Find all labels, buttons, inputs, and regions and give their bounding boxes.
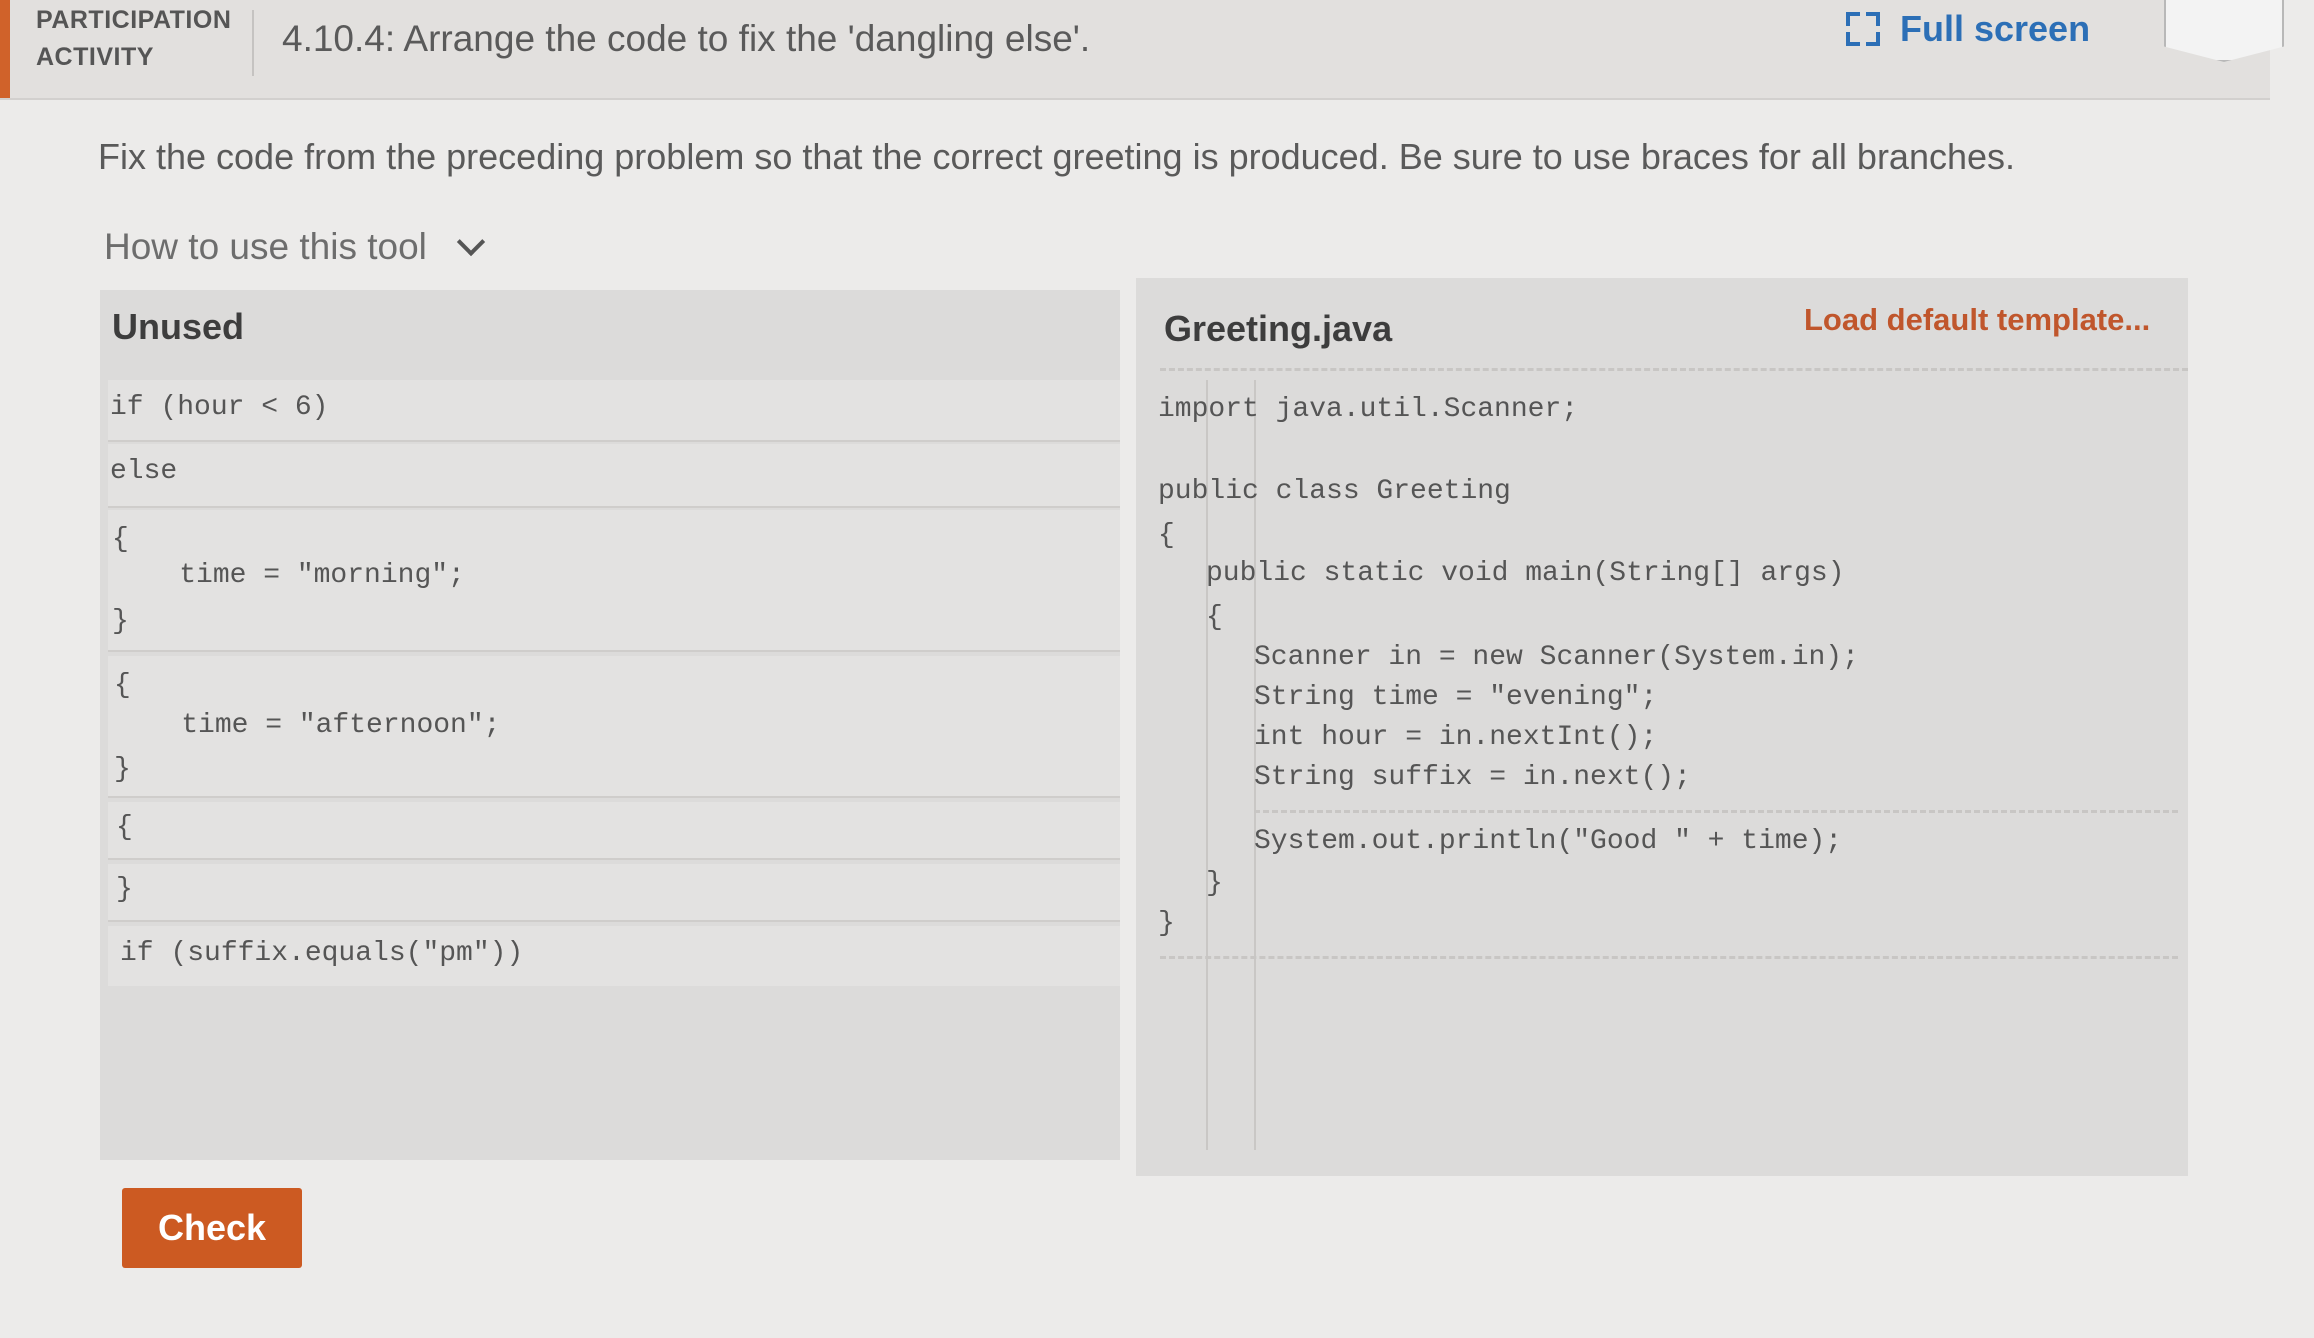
participation-label: PARTICIPATION ACTIVITY (36, 6, 232, 71)
editor-line: } (1206, 868, 1223, 899)
drop-zone-line (1160, 956, 2178, 959)
fullscreen-button[interactable]: Full screen (1846, 4, 2090, 54)
code-block-line: { (112, 524, 129, 555)
code-block-morning[interactable]: { time = "morning"; } (108, 510, 1120, 652)
editor-line: public static void main(String[] args) (1206, 558, 1845, 589)
editor-panel-title: Greeting.java (1164, 308, 1393, 349)
accent-bar (0, 0, 10, 98)
code-block-line: time = "afternoon"; (114, 710, 501, 741)
code-block-line: { (116, 812, 133, 843)
fullscreen-icon (1846, 12, 1880, 46)
editor-line: { (1206, 602, 1223, 633)
header-divider (252, 10, 254, 76)
code-block-afternoon[interactable]: { time = "afternoon"; } (108, 656, 1120, 798)
drop-zone-line (1160, 368, 2188, 371)
fullscreen-label: Full screen (1900, 8, 2091, 49)
code-block-line: if (suffix.equals("pm")) (120, 938, 524, 969)
chevron-down-icon (456, 227, 486, 257)
code-block-if-suffix[interactable]: if (suffix.equals("pm")) (108, 926, 1120, 986)
code-block-line: else (110, 456, 178, 487)
load-default-template-link[interactable]: Load default template... (1804, 302, 2150, 338)
editor-line: } (1158, 908, 1175, 939)
code-block-else[interactable]: else (108, 444, 1120, 508)
check-button[interactable]: Check (122, 1188, 302, 1268)
editor-line: System.out.println("Good " + time); (1254, 826, 1843, 857)
code-block-close-brace[interactable]: } (108, 864, 1120, 922)
how-to-use-toggle[interactable]: How to use this tool (104, 226, 486, 268)
editor-line: { (1158, 520, 1175, 551)
code-block-line: { (114, 670, 131, 701)
instructions-text: Fix the code from the preceding problem … (98, 136, 2016, 177)
how-to-use-label: How to use this tool (104, 226, 427, 267)
editor-line: String time = "evening"; (1254, 682, 1658, 713)
activity-header: PARTICIPATION ACTIVITY 4.10.4: Arrange t… (0, 0, 2270, 100)
editor-line: import java.util.Scanner; (1158, 394, 1579, 425)
code-block-line: time = "morning"; (112, 560, 465, 591)
code-block-line: } (114, 754, 131, 785)
editor-line: String suffix = in.next(); (1254, 762, 1691, 793)
drop-zone-line (1254, 810, 2178, 813)
unused-panel-title: Unused (112, 306, 245, 347)
code-block-line: if (hour < 6) (110, 392, 329, 423)
activity-title: 4.10.4: Arrange the code to fix the 'dan… (282, 18, 1091, 59)
code-block-open-brace[interactable]: { (108, 802, 1120, 860)
code-block-line: } (116, 874, 133, 905)
editor-line: public class Greeting (1158, 476, 1511, 507)
code-block-line: } (112, 606, 129, 637)
editor-line: int hour = in.nextInt(); (1254, 722, 1658, 753)
code-block-if-hour[interactable]: if (hour < 6) (108, 380, 1120, 442)
editor-line: Scanner in = new Scanner(System.in); (1254, 642, 1859, 673)
